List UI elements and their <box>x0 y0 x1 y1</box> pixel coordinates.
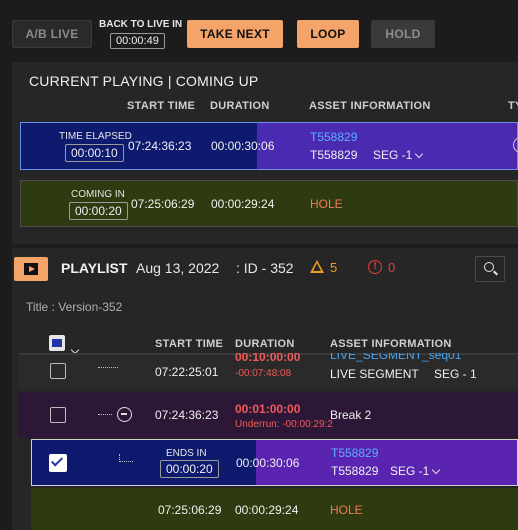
tree-connector <box>98 414 112 415</box>
segment-label: SEG -1 <box>373 148 413 162</box>
search-icon-handle <box>493 270 498 276</box>
table-row[interactable]: 07:22:25:01 00:10:00:00 -00:07:48:08 LIV… <box>18 353 518 389</box>
minus-circle-icon[interactable] <box>117 407 132 422</box>
col-asset-info: ASSET INFORMATION <box>309 100 431 112</box>
row-duration-sub: -00:07:48:08 <box>235 368 292 379</box>
playing-asset-id: T558829 <box>310 148 358 162</box>
row-asset-id: T558829 <box>331 464 379 478</box>
row-segment: SEG - 1 <box>434 367 477 381</box>
coming-asset: HOLE <box>310 197 343 211</box>
playlist-play-button[interactable] <box>14 257 48 281</box>
row-start-time: 07:25:06:29 <box>158 503 222 517</box>
pl-col-start-time: START TIME <box>155 338 224 350</box>
partial-check-icon <box>52 339 62 347</box>
col-start-time: START TIME <box>127 100 196 112</box>
row-duration: 00:00:29:24 <box>235 503 299 517</box>
ends-in-label: ENDS IN <box>166 448 207 459</box>
row-asset-link[interactable]: T558829 <box>331 446 378 460</box>
row-segment-dropdown[interactable]: SEG -1 <box>390 464 441 478</box>
loop-button[interactable]: LOOP <box>297 20 359 48</box>
table-row[interactable]: 07:25:06:29 00:00:29:24 HOLE <box>31 488 518 530</box>
current-playing-panel: CURRENT PLAYING | COMING UP START TIME D… <box>12 62 518 244</box>
row-start-time: 07:22:25:01 <box>155 365 219 379</box>
row-asset: HOLE <box>330 503 363 517</box>
row-underrun: Underrun: -00:00:29:24 <box>235 419 333 430</box>
playlist-id: : ID - 352 <box>236 260 294 276</box>
row-asset-top[interactable]: LIVE_SEGMENT_seq01 <box>330 353 461 362</box>
error-count[interactable]: 0 <box>388 260 395 275</box>
chevron-down-icon <box>415 149 424 159</box>
take-next-button[interactable]: TAKE NEXT <box>187 20 283 48</box>
row-start-time: 07:24:36:23 <box>155 408 219 422</box>
coming-up-row[interactable]: COMING IN 00:00:20 07:25:06:29 00:00:29:… <box>20 180 518 227</box>
chevron-down-icon <box>432 465 441 475</box>
coming-in-label: COMING IN <box>71 189 125 200</box>
pl-col-duration: DURATION <box>235 338 295 350</box>
circle-icon <box>513 137 518 153</box>
play-triangle <box>29 266 35 272</box>
elapsed-label: TIME ELAPSED <box>59 131 132 142</box>
table-row[interactable]: 07:24:36:23 00:01:00:00 Underrun: -00:00… <box>18 392 518 438</box>
tree-connector <box>119 454 133 462</box>
playing-asset-link[interactable]: T558829 <box>310 130 357 144</box>
row-duration: 00:01:00:00 <box>235 402 301 416</box>
ends-in-timer: 00:00:20 <box>160 460 219 478</box>
playing-duration: 00:00:30:06 <box>211 139 275 153</box>
warning-count[interactable]: 5 <box>330 260 337 275</box>
playlist-date: Aug 13, 2022 <box>136 260 220 276</box>
select-all-checkbox[interactable] <box>49 335 65 351</box>
playlist-panel: PLAYLIST Aug 13, 2022 : ID - 352 5 ! 0 T… <box>12 248 518 530</box>
table-row-playing[interactable]: ENDS IN 00:00:20 00:00:30:06 T558829 T55… <box>31 439 518 486</box>
coming-duration: 00:00:29:24 <box>211 197 275 211</box>
col-duration: DURATION <box>210 100 270 112</box>
row-checkbox-checked[interactable] <box>49 454 67 472</box>
segment-label: SEG -1 <box>390 464 430 478</box>
search-button[interactable] <box>475 256 505 282</box>
row-checkbox[interactable] <box>50 407 66 423</box>
row-asset-name: Break 2 <box>330 408 372 422</box>
current-playing-row[interactable]: TIME ELAPSED 00:00:10 07:24:36:23 00:00:… <box>20 122 518 170</box>
playing-segment-dropdown[interactable]: SEG -1 <box>373 148 424 162</box>
ab-live-button[interactable]: A/B LIVE <box>12 20 92 48</box>
warning-icon-inner <box>313 263 321 271</box>
pl-col-asset-info: ASSET INFORMATION <box>330 338 452 350</box>
back-to-live-label: BACK TO LIVE IN <box>99 19 183 30</box>
hold-button[interactable]: HOLD <box>371 20 435 48</box>
back-to-live-timer: 00:00:49 <box>110 33 165 49</box>
coming-in-timer: 00:00:20 <box>69 202 128 220</box>
row-duration: 00:00:30:06 <box>236 456 300 470</box>
row-duration-top: 00:10:00:00 <box>235 353 301 364</box>
playlist-subtitle: Title : Version-352 <box>26 300 123 314</box>
playing-start-time: 07:24:36:23 <box>128 139 192 153</box>
minus-bar <box>121 413 127 415</box>
elapsed-timer: 00:00:10 <box>65 144 124 162</box>
error-icon: ! <box>368 260 382 274</box>
col-type-partial: TY <box>508 100 518 112</box>
top-toolbar: A/B LIVE BACK TO LIVE IN 00:00:49 TAKE N… <box>0 0 518 62</box>
check-icon <box>50 454 64 467</box>
playlist-title: PLAYLIST <box>61 260 128 276</box>
coming-start-time: 07:25:06:29 <box>131 197 195 211</box>
row-asset-name: LIVE SEGMENT <box>330 367 419 381</box>
tree-connector <box>98 367 118 368</box>
current-panel-title: CURRENT PLAYING | COMING UP <box>29 73 259 89</box>
row-checkbox[interactable] <box>50 363 66 379</box>
